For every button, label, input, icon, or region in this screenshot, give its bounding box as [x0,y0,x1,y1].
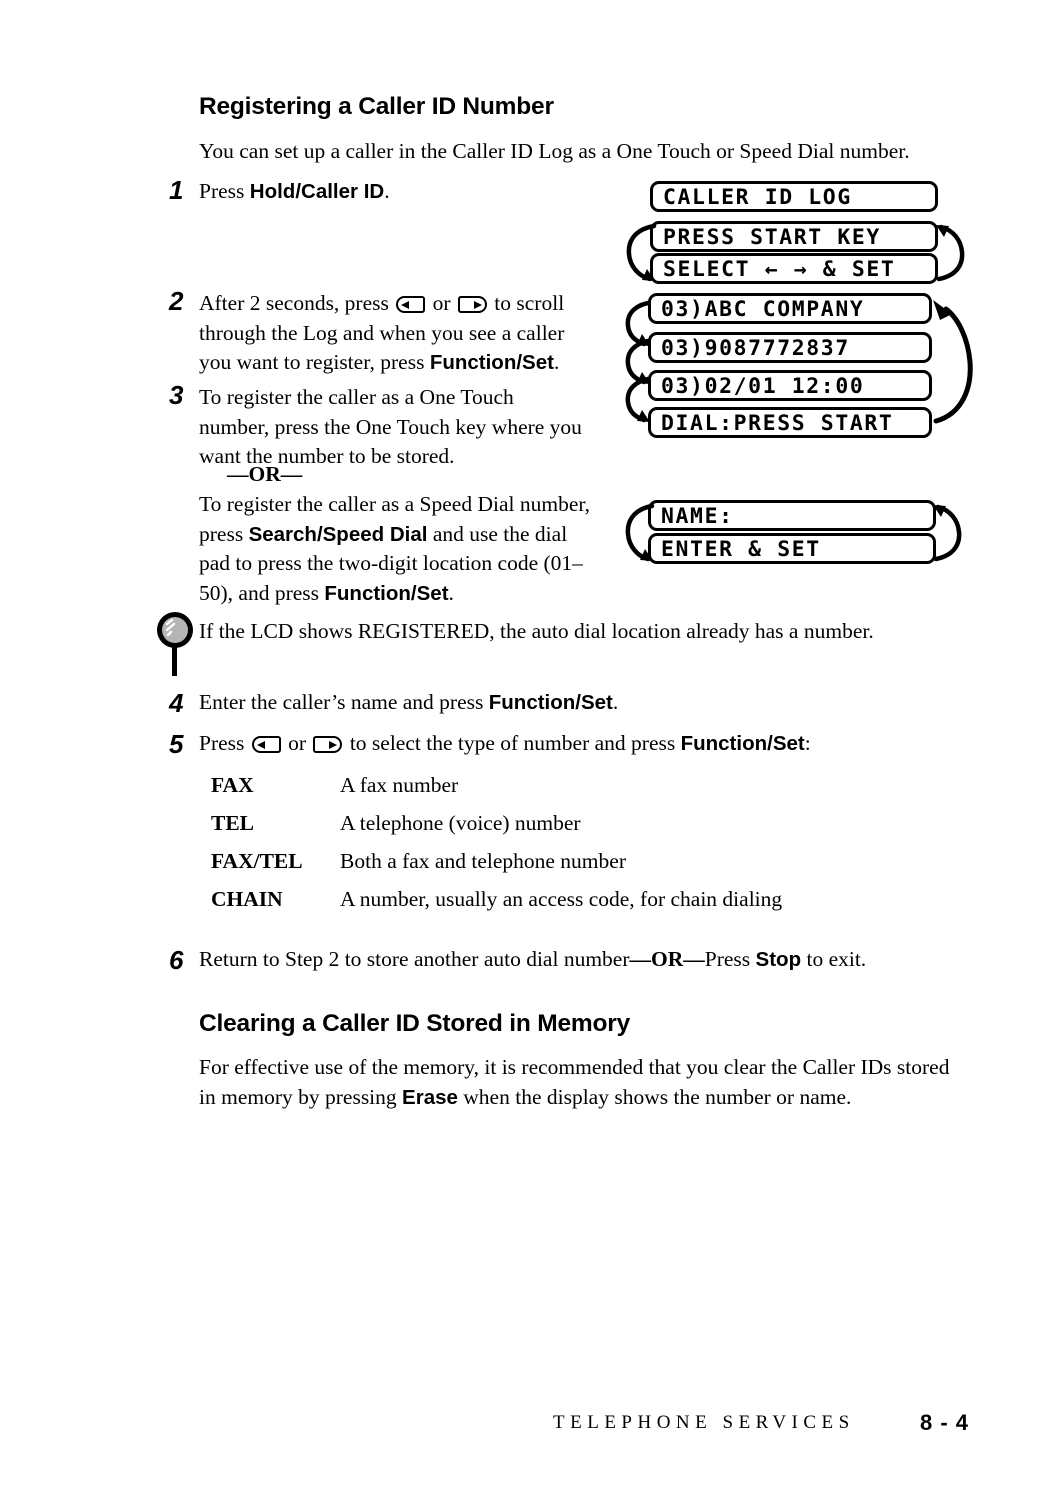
step-3-text: To register the caller as a One Touch nu… [199,383,619,472]
list-item-term: CHAIN [211,887,283,911]
lcd-line-caller-id-log: CALLER ID LOG [650,181,938,212]
list-item-desc: A telephone (voice) number [340,811,581,835]
step-5-post: to select the type of number and press [344,731,681,755]
loop-arrow-right-group3 [933,504,962,562]
right-arrow-key-icon [457,296,487,313]
lcd-line-select-and-set: SELECT ← → & SET [650,253,938,284]
page-title-clearing-caller-id: Clearing a Caller ID Stored in Memory [199,1010,630,1037]
step-number-1: 1 [169,175,184,205]
step-5-end: : [804,731,811,755]
step-2-text: After 2 seconds, press or to scroll thro… [199,289,609,378]
step-6-post: to exit. [801,947,867,971]
step-3-line5-pre: press [199,521,249,546]
step-3-line4: To register the caller as a Speed Dial n… [199,492,591,516]
step-6-button-stop: Stop [755,948,802,971]
lcd-line-abc-company: 03)ABC COMPANY [648,293,932,324]
section-2-line2-post: when the display shows the number or nam… [457,1084,852,1109]
step-4-text: Enter the caller’s name and press Functi… [199,688,899,718]
list-item-desc: A number, usually an access code, for ch… [340,887,783,911]
note-text: If the LCD shows REGISTERED, the auto di… [199,619,874,643]
step-1-post: . [384,179,390,203]
step-6-pre: Return to Step 2 to store another auto d… [199,947,630,971]
step-number-5: 5 [169,729,184,759]
arc-arrow-left-3 [625,376,651,423]
step-1-text: Press Hold/Caller ID. [199,177,599,207]
step-3-speed-dial-text: To register the caller as a Speed Dial n… [199,490,624,608]
step-3-line7-post: . [448,580,454,605]
step-number-4: 4 [169,688,184,718]
step-3-line6: pad to press the two-digit location code… [199,551,583,575]
lcd-line-enter-and-set: ENTER & SET [648,533,936,564]
intro-paragraph: You can set up a caller in the Caller ID… [199,139,910,163]
step-3-button-search-speed-dial: Search/Speed Dial [248,522,428,546]
lcd-line-name-prompt: NAME: [648,500,936,531]
step-2-line3-post: . [553,350,560,374]
list-item-desc: Both a fax and telephone number [340,849,626,873]
step-2-line3-pre: you want to register, press [199,350,430,374]
step-2-line2: through the Log and when you see a calle… [199,320,565,345]
right-arrow-key-icon [313,736,343,753]
step-5-text: Press or to select the type of number an… [199,729,999,759]
step-6-or: —OR— [629,947,705,971]
step-3-line5-post: and use the dial [427,521,568,546]
step-number-3: 3 [169,380,184,410]
step-5-pre: Press [199,731,250,755]
section-2-body: For effective use of the memory, it is r… [199,1053,999,1112]
loop-arrow-right-group2 [933,300,973,424]
step-5-mid: or [282,731,312,755]
left-arrow-key-icon [251,736,281,753]
footer-page-number: 8 - 4 [920,1410,970,1435]
step-6-text: Return to Step 2 to store another auto d… [199,945,1029,975]
list-item-term: FAX/TEL [211,849,303,873]
manual-page: Registering a Caller ID Number You can s… [0,0,1058,1500]
page-title-registering-caller-id: Registering a Caller ID Number [199,93,554,120]
step-2-button-function-set: Function/Set [429,351,554,374]
footer-section-title: TELEPHONE SERVICES [553,1412,855,1433]
lcd-line-call-datetime: 03)02/01 12:00 [648,370,932,401]
lcd-line-caller-number: 03)9087772837 [648,332,932,363]
lcd-line-press-start-key: PRESS START KEY [650,221,938,252]
list-item-term: TEL [211,811,255,835]
step-3-line1: To register the caller as a One Touch [199,385,514,409]
step-2-line1-pre: After 2 seconds, press [199,291,395,315]
section-2-line2-pre: in memory by pressing [199,1084,403,1109]
step-number-6: 6 [169,945,184,975]
loop-arrow-left-group3 [625,503,655,562]
loop-arrow-left-group1 [626,223,657,282]
left-arrow-key-icon [396,296,426,313]
step-5-button-function-set: Function/Set [680,732,805,755]
loop-arrow-right-group1 [936,224,965,282]
step-2-line1-mid: or [427,291,456,315]
lcd-line-dial-press-start: DIAL:PRESS START [648,407,932,438]
section-2-line1: For effective use of the memory, it is r… [199,1055,950,1079]
step-1-button-hold-caller-id: Hold/Caller ID [249,180,385,203]
step-2-line1-post: to scroll [488,291,565,315]
step-3-line2: number, press the One Touch key where yo… [199,414,582,439]
step-number-2: 2 [169,286,184,316]
list-item-term: FAX [211,773,254,797]
step-4-button-function-set: Function/Set [488,691,613,714]
step-1-pre: Press [199,179,250,203]
step-4-pre: Enter the caller’s name and press [199,690,489,714]
step-6-mid: Press [704,947,756,971]
section-2-button-erase: Erase [402,1085,458,1109]
step-4-post: . [612,690,619,714]
step-3-or-divider: —OR— [227,462,303,486]
list-item-desc: A fax number [340,773,459,797]
step-3-line7-pre: 50), and press [199,580,325,605]
note-pin-icon [157,612,193,676]
step-3-button-function-set: Function/Set [324,581,449,605]
